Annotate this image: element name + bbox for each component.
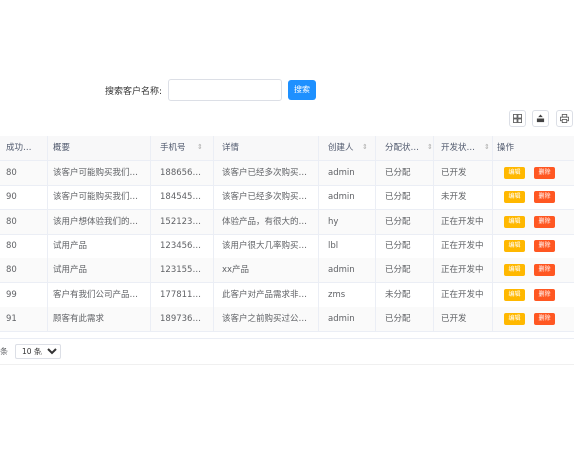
header-summary: 概要 (53, 143, 71, 153)
cell-score: 91 (6, 313, 17, 324)
header-detail: 详情 (222, 143, 240, 153)
cell-phone: 1234564… (160, 240, 206, 251)
edit-button[interactable]: 编辑 (504, 264, 525, 277)
delete-button[interactable]: 删除 (534, 288, 555, 301)
cell-summary: 该用户想体验我们的… (53, 216, 139, 227)
cell-assign: 已分配 (385, 240, 411, 251)
table-toolbar (80, 110, 574, 130)
cell-assign: 已分配 (385, 265, 411, 276)
cell-phone: 1778112… (160, 289, 206, 300)
header-creator[interactable]: 创建人 (328, 136, 358, 160)
edit-button[interactable]: 编辑 (504, 288, 525, 301)
table-row: 80 该用户想体验我们的… 1521234… 体验产品，有很大的… hy 已分配 正在开发中… (0, 209, 574, 235)
cell-phone: 1521234… (160, 216, 206, 227)
cell-score: 80 (6, 265, 17, 276)
cell-summary: 该客户可能购买我们… (53, 192, 139, 203)
cell-creator: admin (328, 168, 355, 178)
cell-dev: 正在开发中 (441, 216, 484, 227)
search-button[interactable]: 搜索 (288, 80, 316, 100)
delete-button[interactable]: 删除 (534, 215, 555, 228)
cell-phone: 1845454… (160, 192, 206, 203)
search-bar: 搜索客户名称: 搜索 (0, 79, 574, 103)
table-row: 80 试用产品 1234564… 该用户很大几率购买… lbl 已分配 正在开发中 编辑 删除 (0, 233, 574, 259)
search-label: 搜索客户名称: (105, 87, 163, 97)
cell-phone: 1886565… (160, 168, 206, 178)
edit-button[interactable]: 编辑 (504, 191, 525, 204)
table-row: 90 该客户可能购买我们… 1845454… 该客户已经多次购买… admin 已分配 未开… (0, 185, 574, 211)
table-row: 91 顾客有此需求 1897364… 该客户之前购买过公… admin 已分配 已开发 编辑删… (0, 306, 574, 332)
page-size-select[interactable]: 10 条/页 (15, 344, 61, 359)
cell-score: 80 (6, 168, 17, 178)
table-row: 99 客户有我们公司产品… 1778112… 此客户对产品需求非… zms 未分配 正在开发… (0, 282, 574, 308)
columns-icon (513, 114, 522, 123)
cell-detail: 该客户已经多次购买… (222, 192, 308, 203)
cell-dev: 未开发 (441, 192, 467, 203)
cell-assign: 已分配 (385, 313, 411, 324)
edit-button[interactable]: 编辑 (504, 167, 525, 179)
cell-creator: admin (328, 192, 355, 203)
delete-button[interactable]: 删除 (534, 239, 555, 252)
customer-name-search-input[interactable] (168, 79, 282, 101)
sort-icon[interactable]: ⇕ (362, 143, 368, 151)
edit-button[interactable]: 编辑 (504, 239, 525, 252)
table-row: 80 该客户可能购买我们… 1886565… 该客户已经多次购买… admin 已分配 已开… (0, 161, 574, 186)
cell-creator: lbl (328, 240, 339, 251)
header-dev-status[interactable]: 开发状… (441, 136, 477, 160)
header-assign-status[interactable]: 分配状… (385, 136, 421, 160)
table-header: 成功… 概要 手机号 ⇕ 详情 创建人 ⇕ 分配状… ⇕ 开发状… ⇕ 操作 (0, 136, 574, 161)
edit-button[interactable]: 编辑 (504, 215, 525, 228)
sort-icon[interactable]: ⇕ (484, 143, 490, 151)
print-icon (560, 114, 569, 123)
cell-dev: 正在开发中 (441, 289, 484, 300)
sort-icon[interactable]: ⇕ (427, 143, 433, 151)
cell-summary: 该客户可能购买我们… (53, 168, 139, 178)
cell-assign: 未分配 (385, 289, 411, 300)
cell-dev: 正在开发中 (441, 265, 484, 276)
pagination: 条 10 条/页 (0, 344, 574, 360)
delete-button[interactable]: 删除 (534, 264, 555, 277)
cell-score: 99 (6, 289, 17, 300)
delete-button[interactable]: 删除 (534, 167, 555, 179)
header-phone[interactable]: 手机号 (160, 136, 200, 160)
cell-detail: xx产品 (222, 265, 250, 276)
table-bottom-border (0, 338, 574, 339)
cell-phone: 1231556… (160, 265, 206, 276)
cell-summary: 试用产品 (53, 240, 88, 251)
cell-creator: admin (328, 265, 355, 276)
export-icon (536, 114, 545, 123)
cell-summary: 顾客有此需求 (53, 313, 105, 324)
cell-creator: zms (328, 289, 346, 300)
cell-detail: 此客户对产品需求非… (222, 289, 308, 300)
cell-dev: 正在开发中 (441, 240, 484, 251)
divider (0, 364, 574, 365)
cell-creator: hy (328, 216, 339, 227)
table-row: 80 试用产品 1231556… xx产品 admin 已分配 正在开发中 编辑 删除 (0, 258, 574, 284)
cell-assign: 已分配 (385, 216, 411, 227)
cell-detail: 该客户已经多次购买… (222, 168, 308, 178)
cell-assign: 已分配 (385, 192, 411, 203)
export-button[interactable] (532, 110, 549, 127)
cell-dev: 已开发 (441, 168, 467, 178)
cell-assign: 已分配 (385, 168, 411, 178)
edit-button[interactable]: 编辑 (504, 312, 525, 325)
pager-unit-label: 条 (0, 347, 8, 356)
columns-button[interactable] (509, 110, 526, 127)
header-actions: 操作 (497, 143, 515, 153)
cell-detail: 体验产品，有很大的… (222, 216, 308, 227)
delete-button[interactable]: 删除 (534, 312, 555, 325)
delete-button[interactable]: 删除 (534, 191, 555, 204)
cell-score: 80 (6, 240, 17, 251)
print-button[interactable] (556, 110, 573, 127)
header-score[interactable]: 成功… (6, 136, 46, 160)
cell-detail: 该客户之前购买过公… (222, 313, 308, 324)
cell-summary: 客户有我们公司产品… (53, 289, 139, 300)
cell-score: 90 (6, 192, 17, 203)
sort-icon[interactable]: ⇕ (197, 143, 203, 151)
cell-summary: 试用产品 (53, 265, 88, 276)
cell-detail: 该用户很大几率购买… (222, 240, 308, 251)
cell-score: 80 (6, 216, 17, 227)
cell-phone: 1897364… (160, 313, 206, 324)
cell-dev: 已开发 (441, 313, 467, 324)
cell-creator: admin (328, 313, 355, 324)
